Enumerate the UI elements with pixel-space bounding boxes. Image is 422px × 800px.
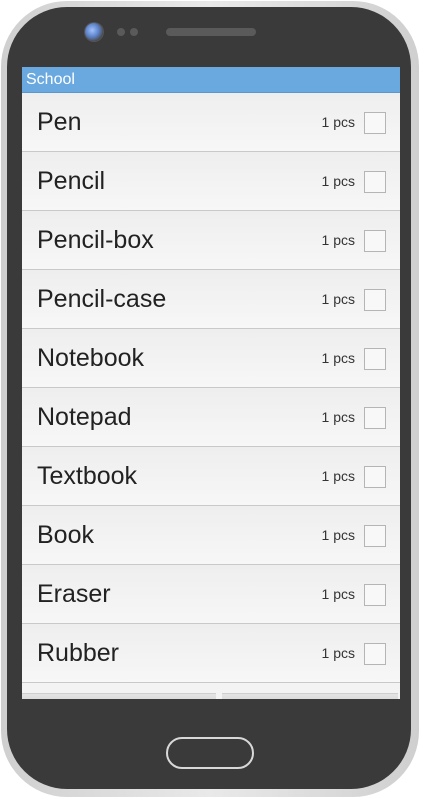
item-quantity: 1 pcs	[321, 586, 355, 602]
home-button[interactable]	[166, 737, 254, 769]
list-item[interactable]: Textbook 1 pcs	[22, 447, 400, 506]
list-item[interactable]: Notepad 1 pcs	[22, 388, 400, 447]
item-label: Textbook	[37, 462, 138, 490]
list-item[interactable]: Rubber 1 pcs	[22, 624, 400, 683]
item-label: Pencil-box	[37, 226, 154, 254]
item-label: Eraser	[37, 580, 111, 608]
camera-icon	[85, 23, 103, 41]
sensor-dot-icon	[130, 28, 138, 36]
item-checkbox[interactable]	[364, 584, 386, 606]
sensor-dot-icon	[117, 28, 125, 36]
item-checkbox[interactable]	[364, 466, 386, 488]
item-label: Pen	[37, 108, 82, 136]
bottom-button-bar	[22, 693, 400, 699]
app-screen: School Pen 1 pcs Pencil 1 pcs Pencil-box…	[22, 67, 400, 699]
item-quantity: 1 pcs	[321, 645, 355, 661]
item-checkbox[interactable]	[364, 525, 386, 547]
speaker-grille	[166, 28, 256, 36]
list-item[interactable]: Notebook 1 pcs	[22, 329, 400, 388]
item-quantity: 1 pcs	[321, 468, 355, 484]
title-bar: School	[22, 67, 400, 93]
item-checkbox[interactable]	[364, 407, 386, 429]
item-label: Book	[37, 521, 94, 549]
list-item[interactable]: Pencil-case 1 pcs	[22, 270, 400, 329]
item-checkbox[interactable]	[364, 171, 386, 193]
list-item[interactable]: Book 1 pcs	[22, 506, 400, 565]
item-checkbox[interactable]	[364, 230, 386, 252]
item-quantity: 1 pcs	[321, 527, 355, 543]
item-checkbox[interactable]	[364, 348, 386, 370]
page-title: School	[26, 71, 75, 88]
item-label: Pencil-case	[37, 285, 167, 313]
item-label: Pencil	[37, 167, 106, 195]
item-label: Notebook	[37, 344, 145, 372]
item-quantity: 1 pcs	[321, 173, 355, 189]
item-quantity: 1 pcs	[321, 350, 355, 366]
list-item[interactable]: Pencil 1 pcs	[22, 152, 400, 211]
item-quantity: 1 pcs	[321, 114, 355, 130]
bottom-left-button[interactable]	[22, 693, 216, 699]
item-quantity: 1 pcs	[321, 291, 355, 307]
item-quantity: 1 pcs	[321, 232, 355, 248]
list-item[interactable]: Pencil-box 1 pcs	[22, 211, 400, 270]
phone-frame: School Pen 1 pcs Pencil 1 pcs Pencil-box…	[0, 0, 422, 800]
item-label: Notepad	[37, 403, 132, 431]
item-label: Rubber	[37, 639, 119, 667]
bottom-right-button[interactable]	[222, 693, 398, 699]
item-quantity: 1 pcs	[321, 409, 355, 425]
item-checkbox[interactable]	[364, 112, 386, 134]
list-item[interactable]: Eraser 1 pcs	[22, 565, 400, 624]
item-checkbox[interactable]	[364, 643, 386, 665]
shopping-list: Pen 1 pcs Pencil 1 pcs Pencil-box 1 pcs …	[22, 93, 400, 683]
item-checkbox[interactable]	[364, 289, 386, 311]
list-item[interactable]: Pen 1 pcs	[22, 93, 400, 152]
